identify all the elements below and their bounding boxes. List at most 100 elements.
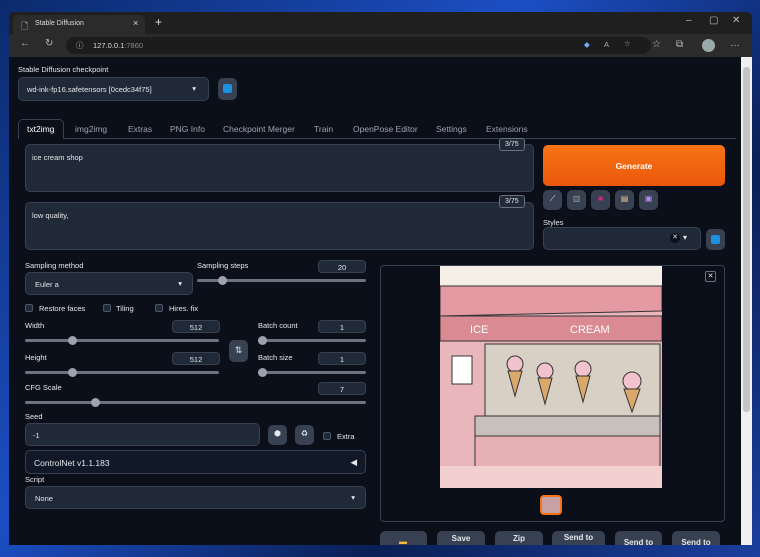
gallery-thumbnail[interactable] <box>540 495 562 515</box>
clear-prompt-button[interactable]: ▥ <box>567 190 586 210</box>
read-generation-params-button[interactable]: ⟋ <box>543 190 562 210</box>
trash-icon: ▥ <box>572 194 581 203</box>
script-dropdown[interactable]: None ▾ <box>25 486 366 509</box>
height-input[interactable]: 512 <box>172 352 220 365</box>
tab-settings[interactable]: Settings <box>436 124 467 134</box>
slider-handle[interactable] <box>217 276 227 285</box>
tab-img2img[interactable]: img2img <box>75 124 107 134</box>
scrollbar-thumb[interactable] <box>743 67 750 412</box>
sampling-method-dropdown[interactable]: Euler a ▾ <box>25 272 193 295</box>
batch-count-input[interactable]: 1 <box>318 320 366 333</box>
send-to-inpaint-button[interactable]: Send to <box>615 531 662 545</box>
prompt-text: ice cream shop <box>32 153 83 162</box>
url-input[interactable]: ⓘ 127.0.0.1:7860 ◆ A ☆ <box>66 37 651 54</box>
slider-handle[interactable] <box>258 336 267 345</box>
tab-checkpoint-merger[interactable]: Checkpoint Merger <box>223 124 295 134</box>
favorite-add-icon[interactable]: ☆ <box>624 39 631 48</box>
tiling-label: Tiling <box>116 304 134 313</box>
back-icon[interactable]: ← <box>20 38 30 49</box>
seed-input[interactable]: -1 <box>25 423 260 446</box>
tab-png-info[interactable]: PNG Info <box>170 124 205 134</box>
slider-handle[interactable] <box>258 368 267 377</box>
random-seed-button[interactable]: ⬢ <box>268 425 287 445</box>
minimize-icon[interactable]: – <box>686 15 692 26</box>
send-to-img2img-button[interactable]: Send to <box>552 531 605 545</box>
cfg-scale-input[interactable]: 7 <box>318 382 366 395</box>
sign-text-right: CREAM <box>570 324 610 336</box>
prompt-token-counter: 3/75 <box>499 138 525 151</box>
zip-button[interactable]: Zip <box>495 531 543 545</box>
favorites-icon[interactable]: ☆ <box>652 39 661 50</box>
cfg-scale-slider[interactable] <box>25 398 366 407</box>
slider-handle[interactable] <box>67 336 77 345</box>
width-input[interactable]: 512 <box>172 320 220 333</box>
clipboard-icon: ▤ <box>620 194 629 203</box>
reuse-seed-button[interactable]: ♻ <box>295 425 314 445</box>
sign-text-left: ICE <box>470 324 488 336</box>
height-slider[interactable] <box>25 368 219 377</box>
controlnet-accordion[interactable]: ControlNet v1.1.183 ◀ <box>25 450 366 474</box>
more-icon[interactable]: … <box>730 38 740 49</box>
sampling-steps-slider[interactable] <box>197 276 366 285</box>
new-tab-icon[interactable]: + <box>155 15 162 29</box>
seed-label: Seed <box>25 412 43 421</box>
slider-handle[interactable] <box>67 368 77 377</box>
maximize-icon[interactable]: ▢ <box>709 15 718 26</box>
clear-icon[interactable]: ✕ <box>670 233 680 243</box>
restore-faces-checkbox[interactable] <box>25 304 33 312</box>
batch-size-slider[interactable] <box>258 368 366 377</box>
generate-button[interactable]: Generate <box>543 145 725 186</box>
refresh-styles-button[interactable] <box>706 229 725 250</box>
profile-avatar[interactable] <box>702 39 715 52</box>
page-icon: 🗋 <box>21 21 29 31</box>
close-tab-icon[interactable]: × <box>133 18 138 28</box>
page-scrollbar[interactable] <box>741 57 752 545</box>
script-label: Script <box>25 475 45 484</box>
negative-prompt-textarea[interactable]: low quality, <box>25 202 534 250</box>
checkpoint-value: wd-ink-fp16.safetensors [0cedc34f75] <box>27 85 152 94</box>
url-host: 127.0.0.1 <box>93 41 125 50</box>
dice-icon: ⬢ <box>274 429 281 438</box>
styles-label: Styles <box>543 218 564 227</box>
refresh-icon <box>223 84 232 93</box>
extra-seed-checkbox[interactable] <box>323 432 331 440</box>
hires-fix-checkbox[interactable] <box>155 304 163 312</box>
width-slider[interactable] <box>25 336 219 345</box>
chevron-down-icon: ▾ <box>351 493 355 502</box>
batch-size-label: Batch size <box>258 353 293 362</box>
batch-count-slider[interactable] <box>258 336 366 345</box>
collections-icon[interactable]: ⧉ <box>676 39 683 50</box>
generated-image[interactable]: ICE CREAM <box>440 266 662 488</box>
save-style-button[interactable]: ▣ <box>639 190 658 210</box>
read-aloud-icon[interactable]: A <box>604 40 609 49</box>
batch-count-label: Batch count <box>258 321 298 330</box>
save-button[interactable]: Save <box>437 531 485 545</box>
seed-value: -1 <box>33 431 40 440</box>
open-folder-button[interactable]: ▬ <box>380 531 427 545</box>
tab-extensions[interactable]: Extensions <box>486 124 528 134</box>
tab-train[interactable]: Train <box>314 124 333 134</box>
tab-extras[interactable]: Extras <box>128 124 152 134</box>
batch-size-input[interactable]: 1 <box>318 352 366 365</box>
send-to-extras-button[interactable]: Send to <box>672 531 720 545</box>
prompt-textarea[interactable]: ice cream shop <box>25 144 534 192</box>
info-icon: ⓘ <box>76 41 84 50</box>
browser-tab[interactable]: 🗋 Stable Diffusion × <box>13 15 145 34</box>
styles-dropdown[interactable]: ✕ ▾ <box>543 227 701 250</box>
apply-style-button[interactable]: ▤ <box>615 190 634 210</box>
tab-txt2img-label[interactable]: txt2img <box>27 124 54 134</box>
chevron-down-icon: ▾ <box>683 233 688 242</box>
refresh-icon[interactable]: ↻ <box>45 38 53 49</box>
slider-handle[interactable] <box>91 398 101 407</box>
refresh-checkpoint-button[interactable] <box>218 78 237 100</box>
close-window-icon[interactable]: ✕ <box>732 15 740 26</box>
swap-dimensions-button[interactable]: ⇅ <box>229 340 248 362</box>
tab-openpose-editor[interactable]: OpenPose Editor <box>353 124 418 134</box>
close-image-button[interactable]: ✕ <box>705 271 716 282</box>
show-extra-networks-button[interactable]: ■ <box>591 190 610 210</box>
tag-icon[interactable]: ◆ <box>584 40 590 49</box>
tiling-checkbox[interactable] <box>103 304 111 312</box>
checkpoint-dropdown[interactable]: wd-ink-fp16.safetensors [0cedc34f75] ▾ <box>18 77 209 101</box>
arrow-diagonal-icon: ⟋ <box>549 194 556 203</box>
sampling-steps-input[interactable]: 20 <box>318 260 366 273</box>
